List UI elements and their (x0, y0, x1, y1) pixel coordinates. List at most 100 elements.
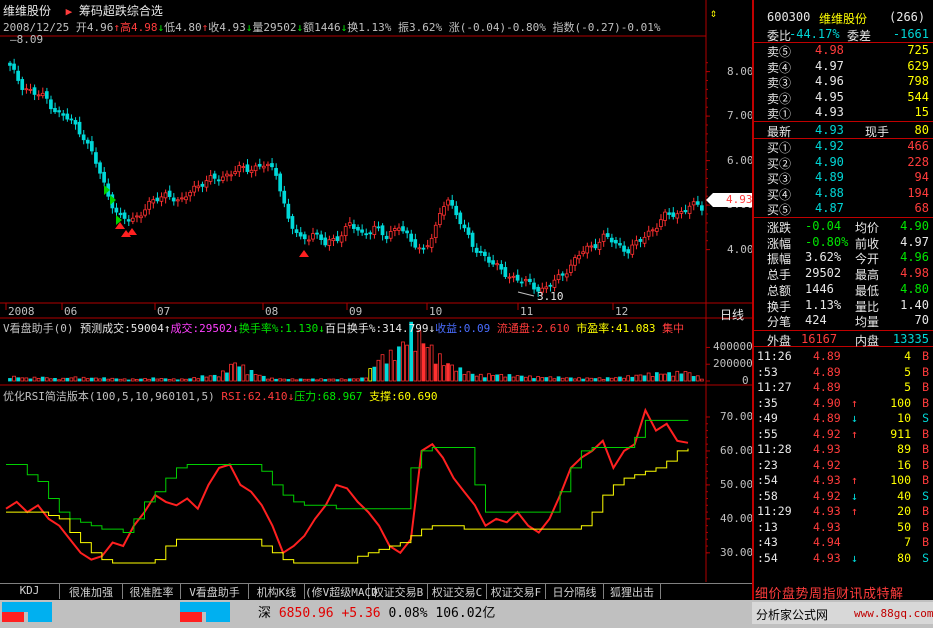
candle-body (618, 243, 622, 246)
indicator-tab[interactable]: 权证交易C (428, 584, 487, 599)
volume-bar (139, 378, 143, 382)
ask-row[interactable]: 卖② 4.95 544 (755, 90, 933, 106)
volume-bar (196, 378, 201, 382)
indicator-tab[interactable]: 机构K线 (249, 584, 305, 599)
volume-bar (568, 377, 573, 382)
index-change: +5.36 (341, 606, 381, 621)
candle-body (352, 224, 356, 229)
trade-vol: 20 (897, 504, 911, 518)
candle-body (253, 165, 258, 172)
bid-row[interactable]: 买③ 4.89 94 (755, 170, 933, 186)
trade-vol: 89 (897, 442, 911, 456)
indicator-tab[interactable]: 狐狸出击 (604, 584, 661, 599)
trade-row[interactable]: :54 4.93 ↑ 100 B (755, 473, 933, 489)
trade-row[interactable]: 11:29 4.93 ↑ 20 B (755, 504, 933, 520)
bid-row[interactable]: 买⑤ 4.87 68 (755, 201, 933, 217)
ask-volume: 629 (907, 58, 929, 73)
trade-row[interactable]: 11:28 4.93 89 B (755, 442, 933, 458)
trade-arrow: ↑ (851, 504, 858, 518)
candle-body (266, 163, 270, 166)
candle-body (311, 233, 315, 240)
trade-row[interactable]: :54 4.93 ↓ 80 S (755, 551, 933, 567)
candle-body (298, 232, 303, 237)
candle-body (261, 165, 266, 169)
candle-body (49, 99, 53, 110)
volume-bar (241, 364, 246, 382)
trade-time: :54 (757, 473, 778, 487)
trade-vol: 50 (897, 519, 911, 534)
candle-body (339, 235, 344, 243)
volume-bar (286, 379, 291, 382)
trade-side: B (922, 519, 929, 534)
right-footer-tabs[interactable]: 细价盘势周指财讯成特解 (755, 583, 904, 602)
volume-bar (380, 354, 385, 382)
candle-body (515, 274, 520, 281)
stock-name: 维维股份 (819, 12, 868, 26)
volume-bar (126, 379, 131, 382)
trade-side: B (922, 364, 929, 379)
volume-panel-header: V看盘助手(0) 预测成交:59004↑成交:29502↓换手率%:1.130↓… (3, 320, 684, 336)
trade-row[interactable]: :43 4.94 7 B (755, 535, 933, 551)
market-index-line[interactable]: 深 6850.96 +5.36 0.08% 106.02亿 (258, 602, 495, 621)
trade-row[interactable]: :53 4.89 5 B (755, 365, 933, 381)
ask-row[interactable]: 卖③ 4.96 798 (755, 74, 933, 90)
volume-bar (135, 378, 139, 382)
volume-bar (523, 376, 528, 382)
candle-body (331, 238, 336, 242)
indicator-tab[interactable]: 权证交易B (369, 584, 428, 599)
volume-bar (462, 373, 467, 382)
candle-body (175, 199, 180, 202)
indicator-tab[interactable]: (修V超级MACD (305, 584, 378, 599)
candle-body (323, 237, 328, 246)
volume-field-item: 集中 (655, 322, 685, 335)
stock-title-row[interactable]: 600300 维维股份 (266) (755, 10, 933, 26)
ask-row[interactable]: 卖④ 4.97 629 (755, 59, 933, 75)
bid-volume: 194 (907, 185, 929, 200)
trade-row[interactable]: :35 4.90 ↑ 100 B (755, 396, 933, 412)
date-axis-label: 09 (349, 305, 363, 318)
volume-bar (184, 378, 188, 382)
ask-price: 4.95 (815, 89, 844, 104)
indicator-tab[interactable]: KDJ (0, 584, 60, 599)
bid-row[interactable]: 买① 4.92 466 (755, 139, 933, 155)
ask-row[interactable]: 卖⑤ 4.98 725 (755, 43, 933, 59)
volume-bar (167, 379, 172, 382)
volume-bar (560, 377, 565, 382)
status-bar: 深 6850.96 +5.36 0.08% 106.02亿 分析家公式网 www… (0, 600, 933, 628)
volume-bar (384, 363, 389, 382)
trade-row[interactable]: 11:27 4.89 5 B (755, 380, 933, 396)
candle-body (143, 209, 147, 216)
volume-bar (204, 376, 209, 382)
candle-body (548, 284, 553, 287)
indicator-tab[interactable]: 很准胜率 (123, 584, 181, 599)
volume-bar (659, 373, 663, 382)
candle-body (188, 191, 192, 197)
candle-body (659, 219, 663, 227)
trade-row[interactable]: :58 4.92 ↓ 40 S (755, 489, 933, 505)
candle-body (437, 213, 442, 225)
stat-value: 424 (805, 313, 827, 328)
indicator-tab[interactable]: 权证交易F (487, 584, 546, 599)
bid-row[interactable]: 买② 4.90 228 (755, 155, 933, 171)
lock-icon[interactable]: ⇕ (710, 6, 717, 20)
volume-bar (401, 341, 405, 382)
indicator-tab[interactable]: 日分隔线 (546, 584, 604, 599)
candle-body (614, 239, 618, 244)
volume-bar (695, 375, 700, 382)
ask-row[interactable]: 卖① 4.93 15 (755, 105, 933, 121)
trade-row[interactable]: :49 4.89 ↓ 10 S (755, 411, 933, 427)
volume-bar (433, 363, 438, 382)
indicator-tab[interactable]: V看盘助手 (181, 584, 249, 599)
trade-price: 4.89 (813, 364, 841, 379)
bid-row[interactable]: 买④ 4.88 194 (755, 186, 933, 202)
volume-bar (503, 376, 508, 382)
volume-bar (315, 379, 319, 382)
trade-row[interactable]: :13 4.93 50 B (755, 520, 933, 536)
trade-row[interactable]: :55 4.92 ↑ 911 B (755, 427, 933, 443)
chart-canvas[interactable] (0, 0, 752, 582)
date-axis-label: 08 (265, 305, 279, 318)
indicator-tab[interactable]: 很准加强 (60, 584, 123, 599)
period-label[interactable]: 日线 (720, 306, 744, 323)
trade-row[interactable]: :23 4.92 16 B (755, 458, 933, 474)
trade-row[interactable]: 11:26 4.89 4 B (755, 349, 933, 365)
